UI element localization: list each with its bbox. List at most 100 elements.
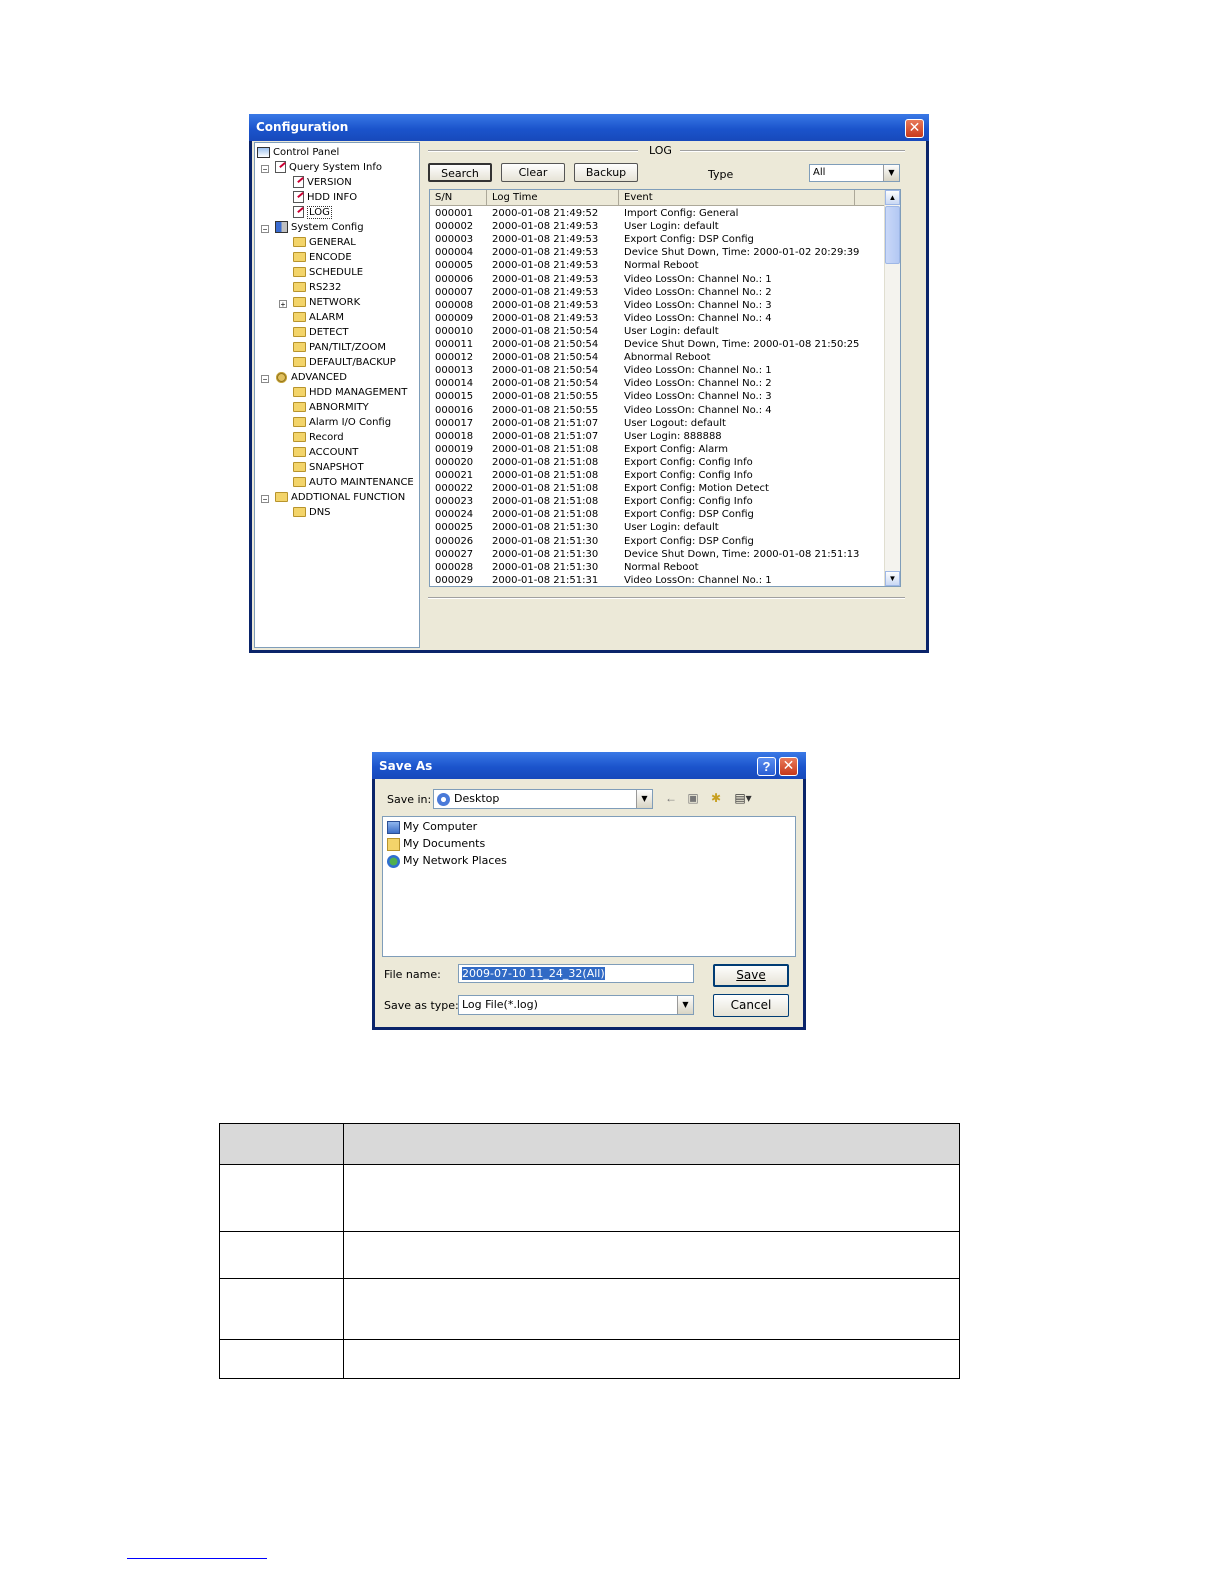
tree-item-auto-maintenance[interactable]: AUTO MAINTENANCE (293, 475, 414, 490)
collapse-icon[interactable]: − (261, 495, 269, 504)
column-header-event[interactable]: Event (619, 190, 855, 205)
tree-item-abnormity[interactable]: ABNORMITY (293, 400, 369, 415)
scroll-thumb[interactable] (885, 206, 900, 264)
tree-item-ptz[interactable]: PAN/TILT/ZOOM (293, 340, 386, 355)
tree-item-schedule[interactable]: SCHEDULE (293, 265, 363, 280)
navigation-tree[interactable]: Control Panel − Query System Info VERSIO… (254, 142, 420, 648)
scroll-down-icon[interactable]: ▼ (885, 571, 900, 586)
table-row[interactable]: 000021 2000-01-08 21:51:08 Export Config: … (430, 469, 886, 482)
help-icon[interactable]: ? (757, 757, 776, 776)
tree-item-log[interactable]: LOG (293, 205, 332, 220)
tree-item-account[interactable]: ACCOUNT (293, 445, 358, 460)
file-name-input[interactable]: 2009-07-10 11_24_32(All) (458, 964, 694, 983)
cancel-button[interactable]: Cancel (713, 994, 789, 1017)
table-row[interactable]: 000015 2000-01-08 21:50:55 Video LossOn: C… (430, 390, 886, 403)
table-row[interactable]: 000004 2000-01-08 21:49:53 Device Shut Dow… (430, 246, 886, 259)
save-as-type-select[interactable]: Log File(*.log) ▼ (458, 995, 694, 1015)
table-row[interactable]: 000006 2000-01-08 21:49:53 Video LossOn: C… (430, 273, 886, 286)
table-row[interactable]: 000023 2000-01-08 21:51:08 Export Config: … (430, 495, 886, 508)
log-table[interactable]: S/N Log Time Event 000001 2000-01-08 21:4… (429, 189, 901, 587)
up-folder-icon[interactable]: ▣ (685, 791, 701, 805)
table-row[interactable]: 000010 2000-01-08 21:50:54 User Login: def… (430, 325, 886, 338)
tree-label: Query System Info (289, 162, 382, 173)
new-folder-icon[interactable]: ✱ (708, 791, 724, 805)
table-row[interactable]: 000018 2000-01-08 21:51:07 User Login: 888… (430, 430, 886, 443)
table-row[interactable]: 000012 2000-01-08 21:50:54 Abnormal Reboot (430, 351, 886, 364)
cell-sn: 000025 (435, 522, 474, 534)
list-item-my-network-places[interactable]: My Network Places (387, 853, 507, 869)
file-list[interactable]: My Computer My Documents My Network Plac… (382, 816, 796, 957)
table-row[interactable]: 000020 2000-01-08 21:51:08 Export Config: … (430, 456, 886, 469)
collapse-icon[interactable]: − (261, 225, 269, 234)
clear-button[interactable]: Clear (501, 163, 565, 182)
tree-item-version[interactable]: VERSION (293, 175, 352, 190)
table-row[interactable]: 000028 2000-01-08 21:51:30 Normal Reboot (430, 561, 886, 574)
file-name-value: 2009-07-10 11_24_32(All) (462, 967, 605, 980)
tree-item-dns[interactable]: DNS (293, 505, 331, 520)
table-row[interactable]: 000029 2000-01-08 21:51:31 Video LossOn: C… (430, 574, 886, 586)
configuration-titlebar[interactable]: Configuration ✕ (249, 114, 929, 141)
type-select[interactable]: All ▼ (809, 164, 900, 182)
chevron-down-icon[interactable]: ▼ (883, 165, 899, 181)
back-arrow-icon[interactable]: ← (663, 791, 679, 805)
cell-event: Export Config: DSP Config (624, 234, 754, 246)
collapse-icon[interactable]: − (261, 165, 269, 174)
tree-item-control-panel[interactable]: Control Panel (257, 145, 339, 160)
table-row[interactable]: 000002 2000-01-08 21:49:53 User Login: def… (430, 220, 886, 233)
tree-item-hdd-info[interactable]: HDD INFO (293, 190, 357, 205)
tree-item-snapshot[interactable]: SNAPSHOT (293, 460, 364, 475)
tree-item-encode[interactable]: ENCODE (293, 250, 352, 265)
tree-item-alarm-io-config[interactable]: Alarm I/O Config (293, 415, 391, 430)
log-scrollbar[interactable]: ▲ ▼ (884, 190, 900, 586)
table-row[interactable]: 000025 2000-01-08 21:51:30 User Login: def… (430, 521, 886, 534)
tree-item-system-config[interactable]: System Config (275, 220, 364, 235)
table-row[interactable]: 000001 2000-01-08 21:49:52 Import Config: … (430, 207, 886, 220)
search-button[interactable]: Search (428, 163, 492, 182)
tree-item-hdd-management[interactable]: HDD MANAGEMENT (293, 385, 407, 400)
table-row[interactable]: 000011 2000-01-08 21:50:54 Device Shut Dow… (430, 338, 886, 351)
table-row[interactable]: 000022 2000-01-08 21:51:08 Export Config: … (430, 482, 886, 495)
close-icon[interactable]: ✕ (905, 119, 924, 138)
chevron-down-icon[interactable]: ▼ (677, 996, 693, 1014)
expand-icon[interactable]: + (279, 300, 287, 309)
tree-item-alarm[interactable]: ALARM (293, 310, 344, 325)
backup-button[interactable]: Backup (574, 163, 638, 182)
table-row[interactable]: 000013 2000-01-08 21:50:54 Video LossOn: C… (430, 364, 886, 377)
list-item-my-documents[interactable]: My Documents (387, 836, 485, 852)
save-as-titlebar[interactable]: Save As ? ✕ (372, 752, 806, 779)
table-row[interactable]: 000008 2000-01-08 21:49:53 Video LossOn: C… (430, 299, 886, 312)
table-row[interactable]: 000026 2000-01-08 21:51:30 Export Config: … (430, 535, 886, 548)
table-row[interactable]: 000009 2000-01-08 21:49:53 Video LossOn: C… (430, 312, 886, 325)
cell-sn: 000008 (435, 299, 474, 311)
file-name-label: File name: (384, 968, 441, 981)
table-row[interactable]: 000024 2000-01-08 21:51:08 Export Config: … (430, 508, 886, 521)
cell-sn: 000010 (435, 325, 474, 337)
table-row[interactable]: 000016 2000-01-08 21:50:55 Video LossOn: C… (430, 404, 886, 417)
table-row[interactable]: 000017 2000-01-08 21:51:07 User Logout: de… (430, 417, 886, 430)
table-row[interactable]: 000019 2000-01-08 21:51:08 Export Config: … (430, 443, 886, 456)
tree-item-detect[interactable]: DETECT (293, 325, 349, 340)
table-row[interactable]: 000005 2000-01-08 21:49:53 Normal Reboot (430, 259, 886, 272)
save-button[interactable]: Save (713, 964, 789, 987)
table-row[interactable]: 000003 2000-01-08 21:49:53 Export Config: … (430, 233, 886, 246)
table-row[interactable]: 000027 2000-01-08 21:51:30 Device Shut Dow… (430, 548, 886, 561)
tree-item-query-system-info[interactable]: Query System Info (275, 160, 382, 175)
tree-item-default-backup[interactable]: DEFAULT/BACKUP (293, 355, 396, 370)
tree-item-rs232[interactable]: RS232 (293, 280, 341, 295)
chevron-down-icon[interactable]: ▼ (636, 790, 652, 808)
tree-item-additional-function[interactable]: ADDTIONAL FUNCTION (275, 490, 405, 505)
tree-item-network[interactable]: NETWORK (293, 295, 360, 310)
close-icon[interactable]: ✕ (779, 757, 798, 776)
table-row[interactable]: 000007 2000-01-08 21:49:53 Video LossOn: C… (430, 286, 886, 299)
table-row[interactable]: 000014 2000-01-08 21:50:54 Video LossOn: C… (430, 377, 886, 390)
save-in-select[interactable]: Desktop ▼ (433, 789, 653, 809)
column-header-log-time[interactable]: Log Time (487, 190, 619, 205)
collapse-icon[interactable]: − (261, 375, 269, 384)
list-item-my-computer[interactable]: My Computer (387, 819, 477, 835)
tree-item-record[interactable]: Record (293, 430, 344, 445)
scroll-up-icon[interactable]: ▲ (885, 190, 900, 205)
view-menu-icon[interactable]: ▤▾ (731, 791, 755, 805)
column-header-sn[interactable]: S/N (430, 190, 487, 205)
tree-item-general[interactable]: GENERAL (293, 235, 356, 250)
tree-item-advanced[interactable]: ADVANCED (275, 370, 347, 385)
